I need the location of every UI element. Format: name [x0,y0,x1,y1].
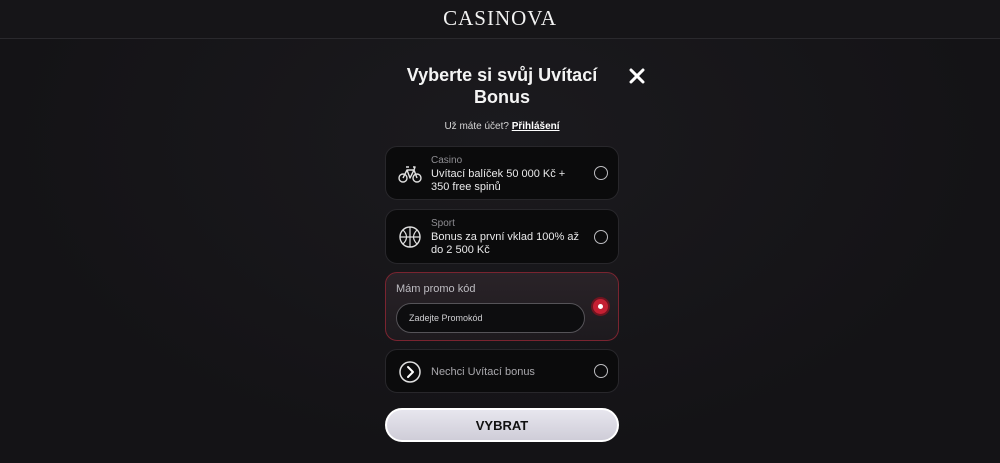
option-category: Sport [431,218,455,229]
option-radio[interactable] [594,364,608,378]
promo-code-input[interactable] [396,303,585,333]
promo-code-label: Mám promo kód [396,283,476,295]
option-radio[interactable] [594,230,608,244]
promo-radio-selected[interactable] [593,299,608,314]
casinova-logo[interactable]: CASINOVA [0,6,1000,31]
close-icon [629,68,645,84]
option-description: Bonus za první vklad 100% až do 2 500 Kč [431,231,579,256]
chevron-right-icon [399,361,421,383]
option-category: Casino [431,155,463,166]
bicycle-icon [398,166,422,183]
login-link[interactable]: Přihlášení [512,121,560,132]
option-radio[interactable] [594,166,608,180]
submit-button[interactable]: VYBRAT [385,408,619,442]
login-prompt: Už máte účet? Přihlášení [380,121,624,132]
promo-code-option[interactable]: Mám promo kód [385,272,619,341]
login-prompt-text: Už máte účet? [444,121,509,132]
header-bar: CASINOVA [0,0,1000,39]
welcome-bonus-page: CASINOVA Vyberte si svůj Uvítací Bonus U… [0,0,1000,463]
dialog-title: Vyberte si svůj Uvítací Bonus [406,65,598,107]
no-bonus-label: Nechci Uvítací bonus [431,366,535,378]
bonus-option-sport[interactable]: Sport Bonus za první vklad 100% až do 2 … [385,209,619,264]
no-bonus-option[interactable]: Nechci Uvítací bonus [385,349,619,393]
close-button[interactable] [627,66,647,86]
bonus-option-casino[interactable]: Casino Uvítací balíček 50 000 Kč + 350 f… [385,146,619,200]
option-description: Uvítací balíček 50 000 Kč + 350 free spi… [431,168,566,193]
basketball-icon [399,226,421,248]
